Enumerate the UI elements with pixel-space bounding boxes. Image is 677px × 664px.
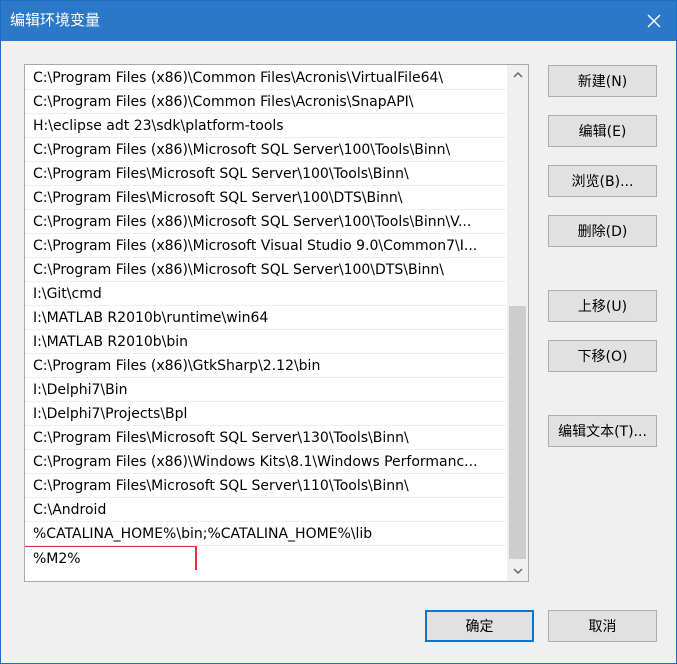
new-button[interactable]: 新建(N) <box>548 65 657 97</box>
list-item[interactable]: C:\Program Files\Microsoft SQL Server\10… <box>25 186 506 210</box>
move-up-button[interactable]: 上移(U) <box>548 290 657 322</box>
chevron-down-icon <box>513 568 522 574</box>
list-item[interactable]: C:\Program Files\Microsoft SQL Server\13… <box>25 426 506 450</box>
path-list[interactable]: C:\Program Files (x86)\Common Files\Acro… <box>24 64 529 582</box>
scroll-up-button[interactable] <box>507 65 528 85</box>
list-item-editing[interactable]: %M2% <box>25 546 506 570</box>
list-item[interactable]: C:\Program Files (x86)\GtkSharp\2.12\bin <box>25 354 506 378</box>
list-item[interactable]: C:\Program Files (x86)\Microsoft SQL Ser… <box>25 210 506 234</box>
list-item[interactable]: I:\Delphi7\Bin <box>25 378 506 402</box>
title-bar[interactable]: 编辑环境变量 <box>1 1 676 41</box>
list-item[interactable]: C:\Program Files (x86)\Common Files\Acro… <box>25 90 506 114</box>
vertical-scrollbar[interactable] <box>507 65 528 581</box>
list-item[interactable]: H:\eclipse adt 23\sdk\platform-tools <box>25 114 506 138</box>
list-item[interactable]: C:\Program Files (x86)\Microsoft SQL Ser… <box>25 138 506 162</box>
ok-button[interactable]: 确定 <box>425 610 534 642</box>
path-rows: C:\Program Files (x86)\Common Files\Acro… <box>25 66 506 570</box>
list-item[interactable]: C:\Program Files\Microsoft SQL Server\10… <box>25 162 506 186</box>
browse-button[interactable]: 浏览(B)... <box>548 165 657 197</box>
close-icon <box>647 14 660 28</box>
delete-button[interactable]: 删除(D) <box>548 215 657 247</box>
edit-text-button[interactable]: 编辑文本(T)... <box>548 415 657 447</box>
list-item[interactable]: I:\MATLAB R2010b\bin <box>25 330 506 354</box>
inline-edit-field[interactable]: %M2% <box>25 546 197 570</box>
list-item[interactable]: C:\Program Files (x86)\Microsoft Visual … <box>25 234 506 258</box>
list-item[interactable]: C:\Program Files\Microsoft SQL Server\11… <box>25 474 506 498</box>
inline-edit-value: %M2% <box>33 551 81 567</box>
move-down-button[interactable]: 下移(O) <box>548 340 657 372</box>
edit-environment-variable-dialog: 编辑环境变量 C:\Program Files (x86)\Common Fil… <box>0 0 677 664</box>
scroll-thumb[interactable] <box>509 306 526 559</box>
list-item[interactable]: C:\Program Files (x86)\Microsoft SQL Ser… <box>25 258 506 282</box>
list-item[interactable]: C:\Android <box>25 498 506 522</box>
edit-button[interactable]: 编辑(E) <box>548 115 657 147</box>
list-item[interactable]: I:\MATLAB R2010b\runtime\win64 <box>25 306 506 330</box>
list-item[interactable]: C:\Program Files (x86)\Windows Kits\8.1\… <box>25 450 506 474</box>
scroll-down-button[interactable] <box>507 561 528 581</box>
close-button[interactable] <box>631 1 676 41</box>
window-title: 编辑环境变量 <box>10 11 101 29</box>
list-item[interactable]: %CATALINA_HOME%\bin;%CATALINA_HOME%\lib <box>25 522 506 546</box>
list-item[interactable]: I:\Git\cmd <box>25 282 506 306</box>
list-item[interactable]: I:\Delphi7\Projects\Bpl <box>25 402 506 426</box>
chevron-up-icon <box>513 72 522 78</box>
list-item[interactable]: C:\Program Files (x86)\Common Files\Acro… <box>25 66 506 90</box>
cancel-button[interactable]: 取消 <box>548 610 657 642</box>
